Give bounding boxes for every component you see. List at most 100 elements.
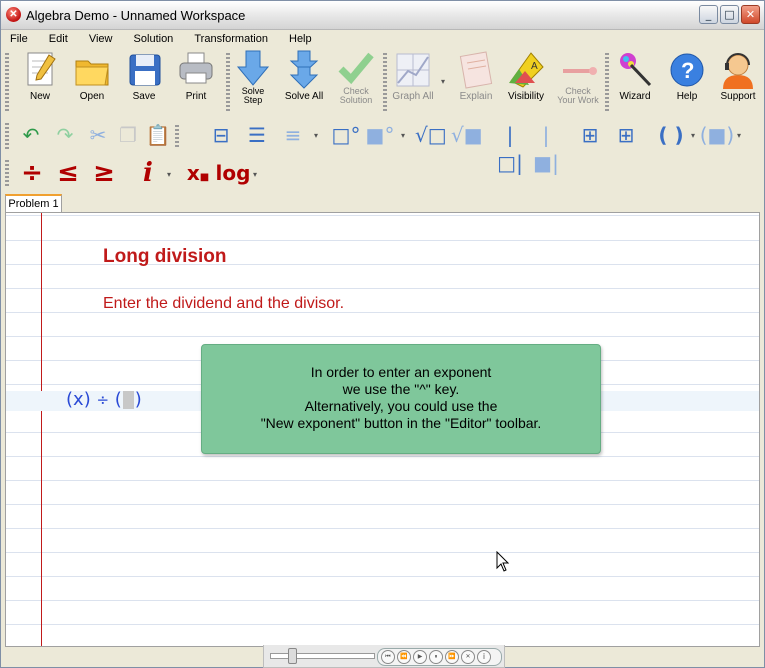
new-button[interactable]: New <box>17 49 63 102</box>
vertical-stack-icon[interactable]: ☰ <box>242 121 272 149</box>
fraction-layout-icon[interactable]: ⊟ <box>206 121 236 149</box>
toolbar-separator <box>383 53 387 111</box>
explain-button[interactable]: Explain <box>453 49 499 102</box>
toolbar-separator <box>226 53 230 111</box>
menu-file[interactable]: File <box>1 30 37 47</box>
maximize-button[interactable]: □ <box>720 5 739 24</box>
printer-icon <box>175 49 217 91</box>
stop-icon[interactable]: ✕ <box>461 650 475 664</box>
notebook-area[interactable]: Long division Enter the dividend and the… <box>5 212 760 647</box>
new-document-icon <box>19 49 61 91</box>
lines-dropdown-arrow[interactable]: ▾ <box>314 131 318 140</box>
less-equal-icon[interactable]: ≤ <box>53 154 83 192</box>
imaginary-dropdown-arrow[interactable]: ▾ <box>167 170 171 179</box>
help-question-icon: ? <box>666 49 708 91</box>
pause-icon[interactable]: ⏸ <box>429 650 443 664</box>
toolbar-grip[interactable] <box>5 53 9 111</box>
exponent-dropdown-arrow[interactable]: ▾ <box>401 131 405 140</box>
print-button[interactable]: Print <box>173 49 219 102</box>
filled-parentheses-dropdown-arrow[interactable]: ▾ <box>737 131 741 140</box>
mouse-cursor-icon <box>496 551 510 572</box>
playback-bar: ⏮ ⏪ ▶ ⏸ ⏩ ✕ i <box>263 645 505 668</box>
parentheses-icon[interactable]: ( ) <box>651 121 691 149</box>
horizontal-lines-icon[interactable]: ≡ <box>278 121 308 149</box>
divisor-input-box[interactable] <box>122 391 134 409</box>
check-solution-button[interactable]: Check Solution <box>335 49 377 105</box>
cut-icon[interactable]: ✂ <box>85 121 111 149</box>
imaginary-unit-icon[interactable]: i <box>135 154 161 192</box>
graph-icon <box>392 49 434 91</box>
matrix-icon[interactable]: ⊞ <box>575 121 605 149</box>
menu-view[interactable]: View <box>80 30 122 47</box>
svg-text:A: A <box>531 61 538 72</box>
magic-wand-icon <box>614 49 656 91</box>
solve-all-button[interactable]: Solve All <box>281 49 327 102</box>
math-expression[interactable]: (x) ÷ () <box>66 389 142 410</box>
app-logo-icon[interactable]: ✕ <box>6 7 21 22</box>
undo-icon[interactable]: ↶ <box>17 121 45 149</box>
matrix-alt-icon[interactable]: ⊞ <box>611 121 641 149</box>
filled-exponent-icon[interactable]: ■° <box>365 121 395 149</box>
save-button[interactable]: Save <box>121 49 167 102</box>
color-cards-icon: A <box>505 49 547 91</box>
wizard-button[interactable]: Wizard <box>612 49 658 102</box>
graph-dropdown-arrow[interactable]: ▾ <box>441 77 445 86</box>
folder-icon <box>71 49 113 91</box>
tab-problem-1[interactable]: Problem 1 <box>5 194 62 214</box>
copy-icon[interactable]: ❐ <box>115 121 141 149</box>
close-button[interactable]: ✕ <box>741 5 760 24</box>
solve-step-button[interactable]: Solve Step <box>232 49 274 105</box>
parentheses-dropdown-arrow[interactable]: ▾ <box>691 131 695 140</box>
visibility-button[interactable]: A Visibility <box>503 49 549 102</box>
support-button[interactable]: Support <box>715 49 761 102</box>
support-agent-icon <box>717 49 759 91</box>
filled-absolute-icon[interactable]: |■| <box>531 121 561 175</box>
check-your-work-button[interactable]: Check Your Work <box>555 49 601 105</box>
fast-forward-icon[interactable]: ⏩ <box>445 650 459 664</box>
playback-controls: ⏮ ⏪ ▶ ⏸ ⏩ ✕ i <box>377 648 502 666</box>
greater-equal-icon[interactable]: ≥ <box>89 154 119 192</box>
toolbar-separator <box>175 125 179 147</box>
symbols-toolbar: ÷ ≤ ≥ i ▾ x■ log ▾ <box>1 154 764 192</box>
graph-all-button[interactable]: Graph All <box>389 49 437 102</box>
menu-transformation[interactable]: Transformation <box>185 30 277 47</box>
rewind-icon[interactable]: ⏪ <box>397 650 411 664</box>
subscript-icon[interactable]: x■ <box>183 154 213 192</box>
help-button[interactable]: ? Help <box>664 49 710 102</box>
info-icon[interactable]: i <box>477 650 491 664</box>
menu-solution[interactable]: Solution <box>125 30 183 47</box>
instruction-text: Enter the dividend and the divisor. <box>103 295 345 312</box>
checkmark-icon <box>335 49 377 87</box>
log-icon[interactable]: log <box>215 154 251 192</box>
menu-edit[interactable]: Edit <box>40 30 77 47</box>
down-arrow-icon <box>232 49 274 87</box>
playback-slider-track[interactable] <box>270 653 375 659</box>
explain-notes-icon <box>455 49 497 91</box>
exponent-box-icon[interactable]: □° <box>331 121 361 149</box>
section-heading: Long division <box>103 246 227 267</box>
filled-parentheses-icon[interactable]: (■) <box>699 121 735 149</box>
log-dropdown-arrow[interactable]: ▾ <box>253 170 257 179</box>
square-root-icon[interactable]: √□ <box>415 121 447 149</box>
open-button[interactable]: Open <box>69 49 115 102</box>
play-icon[interactable]: ▶ <box>413 650 427 664</box>
divide-sign-icon[interactable]: ÷ <box>17 154 47 192</box>
toolbar-grip[interactable] <box>5 160 9 186</box>
skip-to-start-icon[interactable]: ⏮ <box>381 650 395 664</box>
notebook-margin-line <box>41 213 42 646</box>
check-work-icon <box>557 49 599 87</box>
floppy-disk-icon <box>123 49 165 91</box>
title-bar: ✕ Algebra Demo - Unnamed Workspace _ □ ✕ <box>1 1 764 30</box>
redo-icon[interactable]: ↷ <box>51 121 79 149</box>
playback-slider-thumb[interactable] <box>288 648 297 664</box>
minimize-button[interactable]: _ <box>699 5 718 24</box>
toolbar-separator <box>605 53 609 111</box>
editor-toolbar: ↶ ↷ ✂ ❐ 📋 ⊟ ☰ ≡ ▾ □° ■° ▾ √□ √■ |□| |■| … <box>1 117 764 175</box>
paste-icon[interactable]: 📋 <box>145 121 171 149</box>
menu-bar: File Edit View Solution Transformation H… <box>1 30 764 48</box>
toolbar-grip[interactable] <box>5 123 9 149</box>
svg-text:?: ? <box>681 58 694 83</box>
nth-root-icon[interactable]: √■ <box>451 121 483 149</box>
absolute-value-icon[interactable]: |□| <box>495 121 525 175</box>
menu-help[interactable]: Help <box>280 30 321 47</box>
